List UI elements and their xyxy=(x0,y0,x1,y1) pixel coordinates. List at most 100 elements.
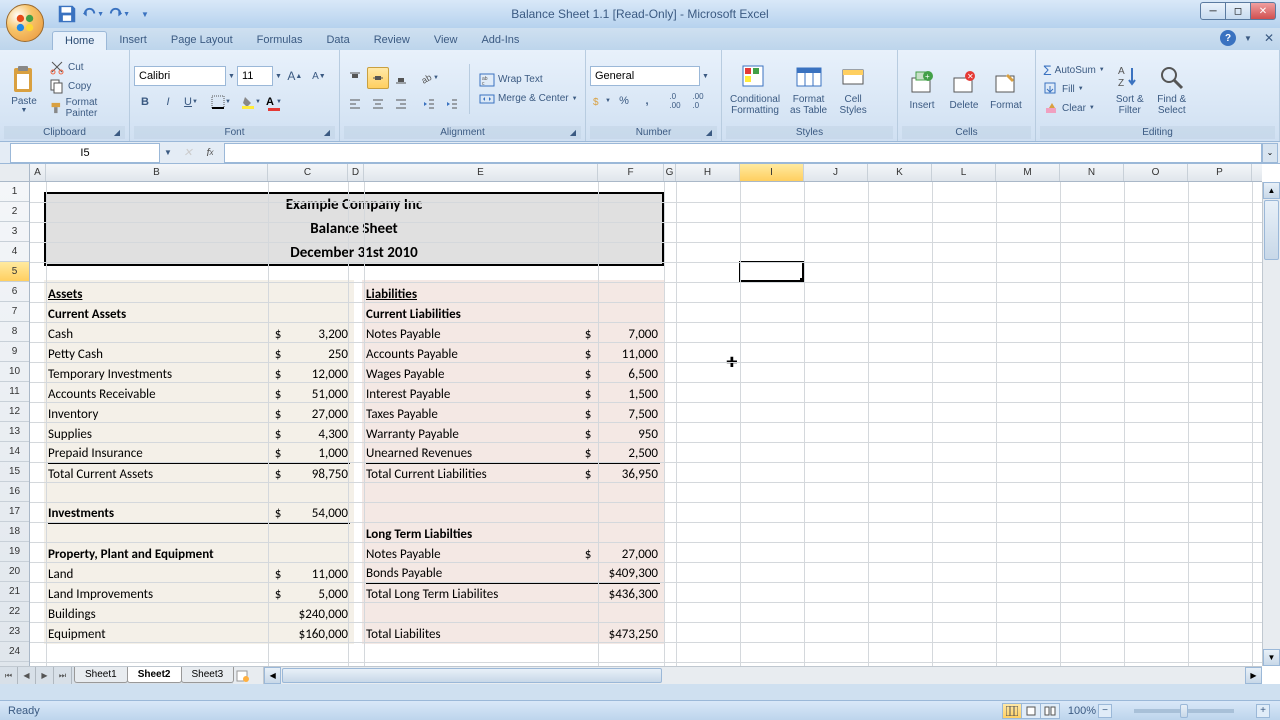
font-launcher[interactable]: ◢ xyxy=(321,126,333,138)
sheet-nav-first[interactable]: ⏮ xyxy=(0,667,18,684)
align-bottom-button[interactable] xyxy=(390,67,412,89)
fill-button[interactable]: Fill ▼ xyxy=(1040,80,1108,98)
row-header-21[interactable]: 21 xyxy=(0,582,29,602)
formula-input[interactable] xyxy=(224,143,1262,163)
column-header-A[interactable]: A xyxy=(30,164,46,181)
row-header-23[interactable]: 23 xyxy=(0,622,29,642)
tab-add-ins[interactable]: Add-Ins xyxy=(469,31,531,50)
font-name-select[interactable] xyxy=(134,66,226,86)
alignment-launcher[interactable]: ◢ xyxy=(567,126,579,138)
row-header-24[interactable]: 24 xyxy=(0,642,29,662)
delete-cells-button[interactable]: ✕Delete xyxy=(944,66,984,113)
formula-bar-expand[interactable]: ⌄ xyxy=(1262,143,1278,163)
zoom-slider-thumb[interactable] xyxy=(1180,704,1188,718)
scroll-up-button[interactable]: ▲ xyxy=(1263,182,1280,199)
row-header-12[interactable]: 12 xyxy=(0,402,29,422)
column-header-F[interactable]: F xyxy=(598,164,664,181)
tab-home[interactable]: Home xyxy=(52,31,107,50)
column-header-O[interactable]: O xyxy=(1124,164,1188,181)
vertical-scroll-thumb[interactable] xyxy=(1264,200,1279,260)
maximize-button[interactable]: ◻ xyxy=(1225,2,1251,20)
row-header-18[interactable]: 18 xyxy=(0,522,29,542)
align-right-button[interactable] xyxy=(390,93,412,115)
number-format-select[interactable] xyxy=(590,66,700,86)
minimize-button[interactable]: ─ xyxy=(1200,2,1226,20)
column-header-P[interactable]: P xyxy=(1188,164,1252,181)
insert-cells-button[interactable]: +Insert xyxy=(902,66,942,113)
help-button[interactable]: ? xyxy=(1220,30,1236,46)
row-header-11[interactable]: 11 xyxy=(0,382,29,402)
column-header-K[interactable]: K xyxy=(868,164,932,181)
format-cells-button[interactable]: Format xyxy=(986,66,1026,113)
cancel-fx-button[interactable]: ✕ xyxy=(178,144,198,162)
select-all-button[interactable] xyxy=(0,164,30,182)
close-button[interactable]: ✕ xyxy=(1250,2,1276,20)
row-header-13[interactable]: 13 xyxy=(0,422,29,442)
row-header-7[interactable]: 7 xyxy=(0,302,29,322)
workbook-close-button[interactable]: ✕ xyxy=(1264,31,1274,45)
tab-review[interactable]: Review xyxy=(362,31,422,50)
qat-customize[interactable]: ▼ xyxy=(134,3,156,25)
column-header-G[interactable]: G xyxy=(664,164,676,181)
accounting-format-button[interactable]: $▼ xyxy=(590,90,612,112)
ribbon-minimize-icon[interactable]: ▼ xyxy=(1244,34,1252,43)
undo-button[interactable]: ▼ xyxy=(82,3,104,25)
align-left-button[interactable] xyxy=(344,93,366,115)
page-layout-view-button[interactable] xyxy=(1021,703,1041,719)
normal-view-button[interactable] xyxy=(1002,703,1022,719)
sheet-tab-sheet1[interactable]: Sheet1 xyxy=(74,667,128,683)
paste-button[interactable]: Paste▼ xyxy=(4,62,44,116)
increase-decimal-button[interactable]: .0.00 xyxy=(664,90,686,112)
column-header-M[interactable]: M xyxy=(996,164,1060,181)
align-top-button[interactable] xyxy=(344,67,366,89)
row-headers[interactable]: 123456789101112131415161718192021222324 xyxy=(0,182,30,666)
number-launcher[interactable]: ◢ xyxy=(703,126,715,138)
column-header-D[interactable]: D xyxy=(348,164,364,181)
column-header-C[interactable]: C xyxy=(268,164,348,181)
format-as-table-button[interactable]: Format as Table xyxy=(786,60,831,118)
format-painter-button[interactable]: Format Painter xyxy=(46,96,125,120)
column-header-I[interactable]: I xyxy=(740,164,804,181)
zoom-level[interactable]: 100% xyxy=(1068,705,1096,717)
autosum-button[interactable]: ΣAutoSum ▼ xyxy=(1040,61,1108,79)
row-header-9[interactable]: 9 xyxy=(0,342,29,362)
merge-center-button[interactable]: Merge & Center ▼ xyxy=(476,90,581,108)
sheet-tab-sheet2[interactable]: Sheet2 xyxy=(127,667,182,683)
row-header-20[interactable]: 20 xyxy=(0,562,29,582)
align-middle-button[interactable] xyxy=(367,67,389,89)
copy-button[interactable]: Copy xyxy=(46,77,125,95)
row-header-2[interactable]: 2 xyxy=(0,202,29,222)
horizontal-scrollbar[interactable]: ◀ ▶ xyxy=(263,667,1262,684)
fill-color-button[interactable]: ▼ xyxy=(240,91,262,113)
name-box[interactable]: I5 xyxy=(10,143,160,163)
tab-insert[interactable]: Insert xyxy=(107,31,159,50)
scroll-left-button[interactable]: ◀ xyxy=(264,667,281,684)
underline-button[interactable]: U▼ xyxy=(180,91,202,113)
column-headers[interactable]: ABCDEFGHIJKLMNOP xyxy=(30,164,1262,182)
sheet-tab-sheet3[interactable]: Sheet3 xyxy=(181,667,235,683)
tab-view[interactable]: View xyxy=(422,31,470,50)
decrease-indent-button[interactable] xyxy=(418,93,440,115)
borders-button[interactable]: ▼ xyxy=(210,91,232,113)
row-header-4[interactable]: 4 xyxy=(0,242,29,262)
redo-button[interactable]: ▼ xyxy=(108,3,130,25)
office-button[interactable] xyxy=(6,4,44,42)
font-size-select[interactable] xyxy=(237,66,273,86)
row-header-8[interactable]: 8 xyxy=(0,322,29,342)
increase-indent-button[interactable] xyxy=(441,93,463,115)
row-header-19[interactable]: 19 xyxy=(0,542,29,562)
vertical-scrollbar[interactable]: ▲ ▼ xyxy=(1262,182,1280,666)
comma-format-button[interactable]: , xyxy=(636,90,658,112)
cells-area[interactable]: Example Company Inc Balance Sheet Decemb… xyxy=(30,182,1262,666)
tab-formulas[interactable]: Formulas xyxy=(245,31,315,50)
horizontal-scroll-thumb[interactable] xyxy=(282,668,662,683)
column-header-H[interactable]: H xyxy=(676,164,740,181)
orientation-button[interactable]: ab▼ xyxy=(418,67,440,89)
cell-styles-button[interactable]: Cell Styles xyxy=(833,60,873,118)
tab-page-layout[interactable]: Page Layout xyxy=(159,31,245,50)
percent-format-button[interactable]: % xyxy=(613,90,635,112)
column-header-L[interactable]: L xyxy=(932,164,996,181)
insert-sheet-button[interactable] xyxy=(233,667,253,684)
clipboard-launcher[interactable]: ◢ xyxy=(111,126,123,138)
scroll-right-button[interactable]: ▶ xyxy=(1245,667,1262,684)
